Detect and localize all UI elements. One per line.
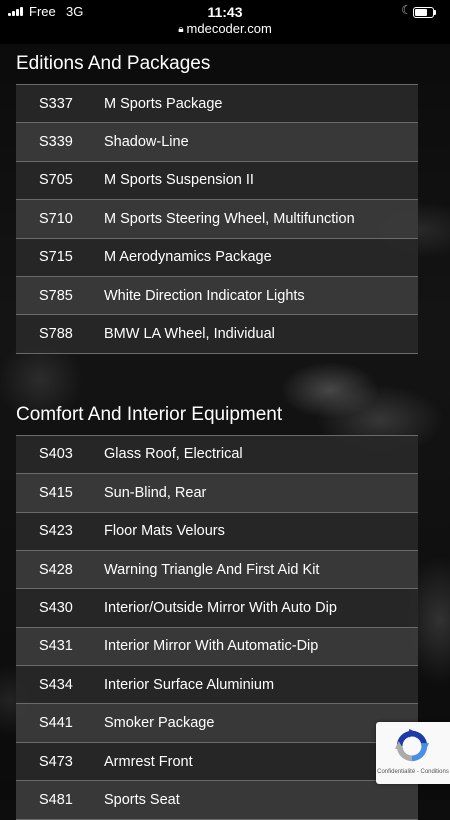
list-item[interactable]: S339 Shadow-Line bbox=[16, 123, 418, 162]
list-item[interactable]: S788 BMW LA Wheel, Individual bbox=[16, 315, 418, 354]
recaptcha-icon bbox=[394, 728, 430, 762]
option-description: Interior Surface Aluminium bbox=[104, 676, 275, 693]
option-description: Interior/Outside Mirror With Auto Dip bbox=[104, 599, 337, 616]
option-code: S415 bbox=[39, 484, 73, 501]
option-description: M Sports Steering Wheel, Multifunction bbox=[104, 210, 355, 227]
option-description: Glass Roof, Electrical bbox=[104, 446, 243, 463]
option-description: M Sports Suspension II bbox=[104, 172, 254, 189]
list-item[interactable]: S481 Sports Seat bbox=[16, 781, 418, 820]
moon-icon: ☾ bbox=[401, 3, 412, 17]
option-description: Warning Triangle And First Aid Kit bbox=[104, 561, 320, 578]
option-description: M Sports Package bbox=[104, 95, 223, 112]
lock-icon: 🔒︎ bbox=[178, 24, 184, 35]
option-description: Armrest Front bbox=[104, 753, 193, 770]
list-item[interactable]: S441 Smoker Package bbox=[16, 704, 418, 743]
list-item[interactable]: S337 M Sports Package bbox=[16, 85, 418, 124]
list-item[interactable]: S434 Interior Surface Aluminium bbox=[16, 666, 418, 705]
option-code: S788 bbox=[39, 326, 73, 343]
option-code: S423 bbox=[39, 523, 73, 540]
option-description: Floor Mats Velours bbox=[104, 523, 225, 540]
list-item[interactable]: S705 M Sports Suspension II bbox=[16, 161, 418, 201]
option-code: S434 bbox=[39, 676, 73, 693]
option-description: Sun-Blind, Rear bbox=[104, 484, 207, 501]
option-code: S715 bbox=[39, 249, 73, 266]
option-code: S403 bbox=[39, 446, 73, 463]
list-item[interactable]: S473 Armrest Front bbox=[16, 742, 418, 782]
list-item[interactable]: S428 Warning Triangle And First Aid Kit bbox=[16, 550, 418, 590]
section-title: Editions And Packages bbox=[16, 53, 211, 74]
options-list: S403 Glass Roof, Electrical S415 Sun-Blind… bbox=[16, 434, 418, 820]
list-item[interactable]: S415 Sun-Blind, Rear bbox=[16, 474, 418, 513]
option-code: S428 bbox=[39, 561, 73, 578]
option-code: S705 bbox=[39, 172, 73, 189]
option-code: S430 bbox=[39, 599, 73, 616]
list-item[interactable]: S710 M Sports Steering Wheel, Multifuncti… bbox=[16, 200, 418, 239]
options-list: S337 M Sports Package S339 Shadow-Line S70… bbox=[16, 84, 418, 354]
status-bar: Free 3G 11:43 ☾ 🔒︎ mdecoder.com bbox=[0, 0, 450, 44]
status-row: Free 3G 11:43 ☾ bbox=[0, 3, 450, 21]
option-code: S339 bbox=[39, 134, 73, 151]
list-item[interactable]: S785 White Direction Indicator Lights bbox=[16, 276, 418, 316]
main-content: Editions And Packages S337 M Sports Packa… bbox=[0, 44, 450, 820]
option-description: Smoker Package bbox=[104, 715, 215, 732]
address-bar[interactable]: 🔒︎ mdecoder.com bbox=[0, 21, 450, 36]
url-text: mdecoder.com bbox=[186, 21, 272, 36]
list-item[interactable]: S431 Interior Mirror With Automatic-Dip bbox=[16, 627, 418, 667]
option-description: BMW LA Wheel, Individual bbox=[104, 326, 275, 343]
option-description: M Aerodynamics Package bbox=[104, 249, 272, 266]
list-item[interactable]: S403 Glass Roof, Electrical bbox=[16, 435, 418, 475]
section-title: Comfort And Interior Equipment bbox=[16, 403, 283, 425]
option-code: S473 bbox=[39, 753, 73, 770]
list-item[interactable]: S423 Floor Mats Velours bbox=[16, 512, 418, 551]
battery-icon bbox=[413, 7, 436, 18]
option-code: S785 bbox=[39, 287, 73, 304]
option-code: S431 bbox=[39, 638, 73, 655]
option-description: Interior Mirror With Automatic-Dip bbox=[104, 638, 319, 655]
list-item[interactable]: S715 M Aerodynamics Package bbox=[16, 238, 418, 277]
option-code: S337 bbox=[39, 95, 73, 112]
option-code: S710 bbox=[39, 210, 73, 227]
option-code: S441 bbox=[39, 715, 73, 732]
recaptcha-badge[interactable]: Confidentialité - Conditions bbox=[376, 722, 450, 784]
clock: 11:43 bbox=[207, 4, 243, 20]
option-description: White Direction Indicator Lights bbox=[104, 287, 305, 304]
recaptcha-links[interactable]: Confidentialité - Conditions bbox=[376, 769, 450, 775]
list-item[interactable]: S430 Interior/Outside Mirror With Auto Di… bbox=[16, 589, 418, 628]
option-description: Shadow-Line bbox=[104, 134, 189, 151]
